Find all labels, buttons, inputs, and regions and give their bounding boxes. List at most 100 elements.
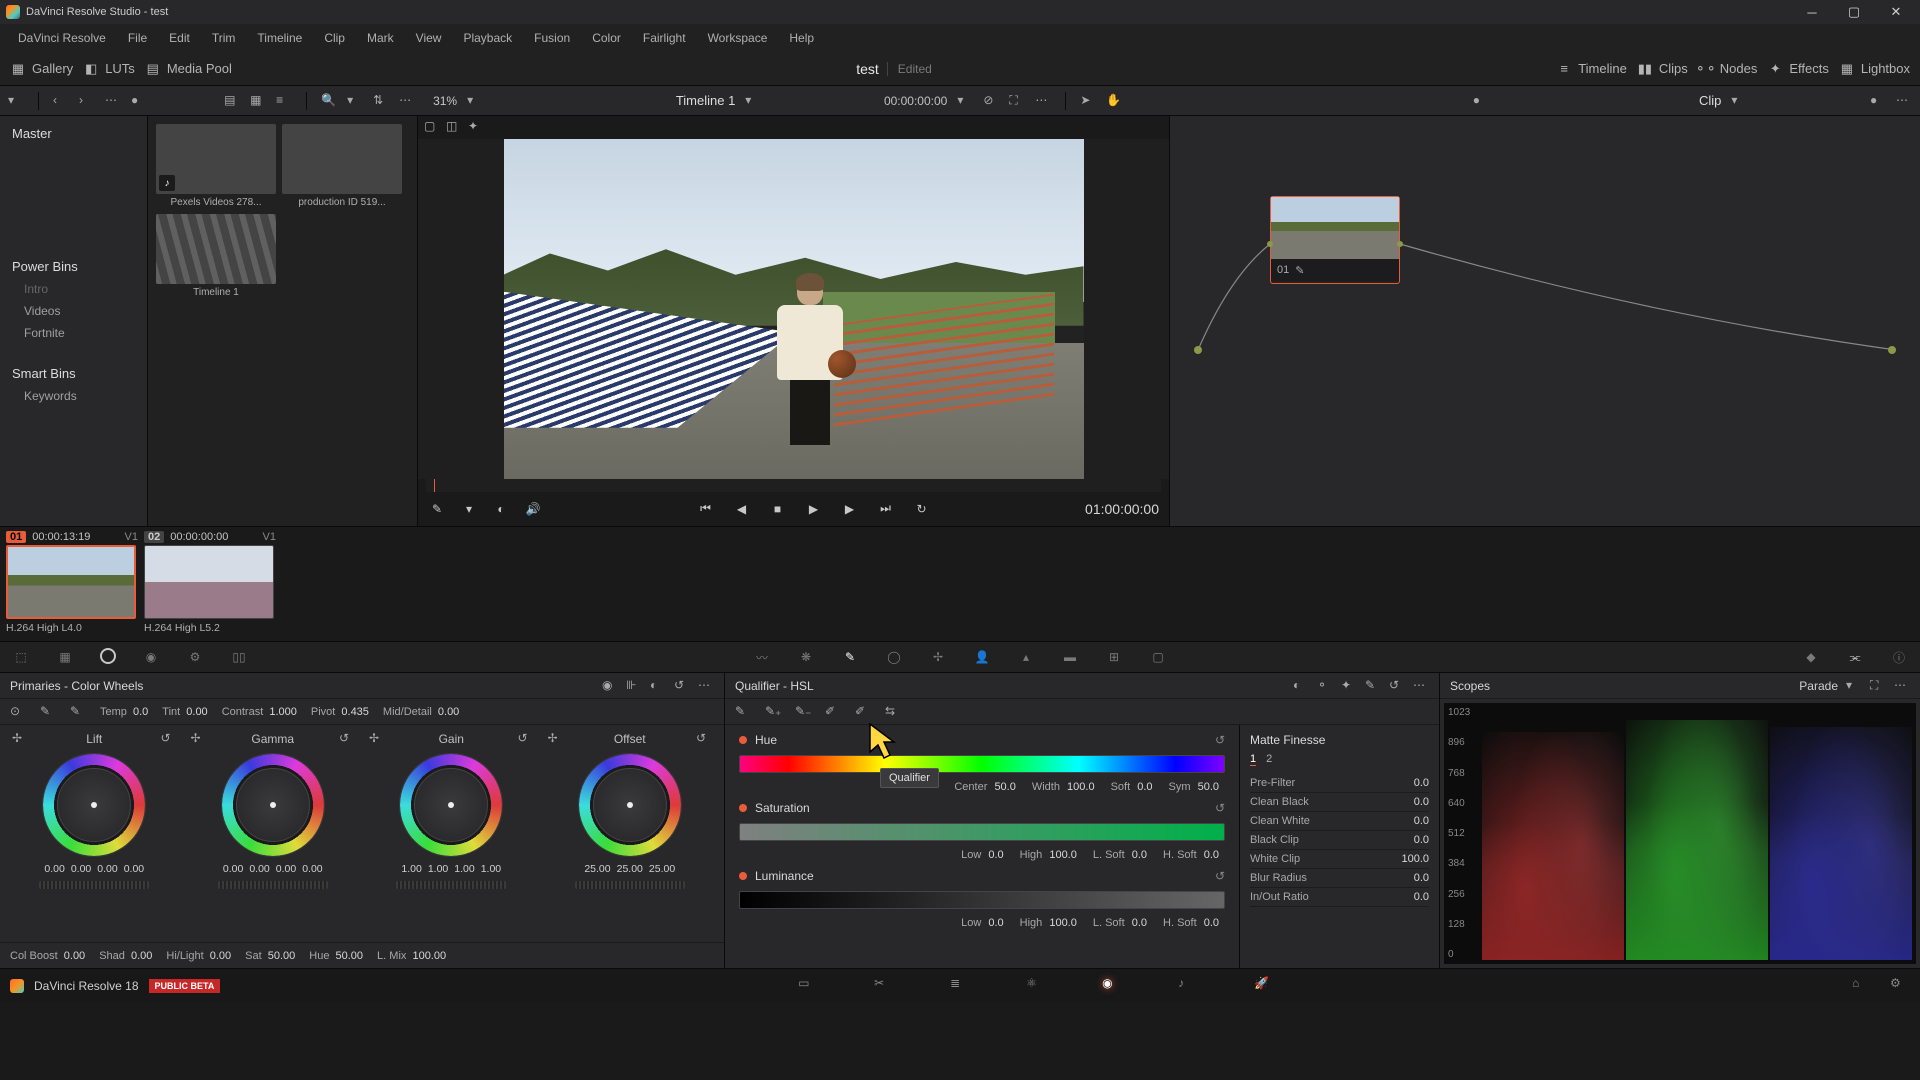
menu-davinci[interactable]: DaVinci Resolve [8,27,116,49]
qmode-lum-icon[interactable]: ✦ [1341,678,1357,694]
gain-wheel[interactable] [399,753,503,857]
hue-width[interactable]: Width 100.0 [1032,781,1095,793]
media-timeline[interactable]: Timeline 1 [156,214,276,298]
hue-bar[interactable] [739,755,1225,773]
view-list-icon[interactable]: ≡ [276,93,292,109]
chevron-down-icon[interactable]: ▾ [1846,678,1862,694]
luts-toggle[interactable]: ◧LUTs [83,61,135,77]
page-cut-icon[interactable]: ✂ [874,976,894,996]
mf-cleanblack[interactable]: Clean Black0.0 [1250,793,1429,812]
gallery-toggle[interactable]: ▦Gallery [10,61,73,77]
param-contrast[interactable]: Contrast 1.000 [222,706,297,718]
page-media-icon[interactable]: ▭ [798,976,818,996]
stop-button[interactable]: ■ [769,500,787,518]
page-deliver-icon[interactable]: 🚀 [1254,976,1274,996]
more-icon[interactable]: ⋯ [1894,678,1910,694]
picker-add-icon[interactable]: ✎₊ [765,704,781,720]
play-button[interactable]: ▶ [805,500,823,518]
next-frame-button[interactable]: ▶ [841,500,859,518]
hue-sym[interactable]: Sym 50.0 [1169,781,1219,793]
lightbox-toggle[interactable]: ▦Lightbox [1839,61,1910,77]
viewer-mode-icon[interactable]: ▢ [424,119,440,135]
view-thumb-icon[interactable]: ▦ [250,93,266,109]
viewer-scrubber[interactable] [426,479,1161,492]
param-middetail[interactable]: Mid/Detail 0.00 [383,706,459,718]
bars-mode-icon[interactable]: ⊪ [626,678,642,694]
page-edit-icon[interactable]: ≣ [950,976,970,996]
yrgb-toggle-icon[interactable]: ✢ [12,731,28,747]
magic-mask-icon[interactable]: 👤 [973,648,991,666]
reset-icon[interactable]: ↺ [160,731,176,747]
mf-inout[interactable]: In/Out Ratio0.0 [1250,888,1429,907]
master-bin[interactable]: Master [0,122,147,145]
curves-icon[interactable]: 〰 [753,648,771,666]
menu-view[interactable]: View [406,27,452,49]
picker-soft-add-icon[interactable]: ✐ [825,704,841,720]
more-icon[interactable]: ⋯ [1896,93,1912,109]
mf-tab-2[interactable]: 2 [1266,753,1272,766]
bin-dropdown-icon[interactable]: ▾ [8,93,24,109]
lift-wheel[interactable] [42,753,146,857]
menu-mark[interactable]: Mark [357,27,404,49]
node-editor[interactable]: 01✎ [1170,116,1920,526]
param-lmix[interactable]: L. Mix 100.00 [377,950,446,962]
invert-icon[interactable]: ⇆ [885,704,901,720]
clip-thumb[interactable]: 0200:00:00:00V1 H.264 High L5.2 [144,531,276,637]
settings-icon[interactable]: ⚙ [1890,976,1910,996]
clips-toggle[interactable]: ▮▮Clips [1637,61,1688,77]
rgb-mixer-icon[interactable]: ⚙ [186,648,204,666]
nav-back-icon[interactable]: ‹ [53,93,69,109]
menu-help[interactable]: Help [779,27,824,49]
power-windows-icon[interactable]: ◯ [885,648,903,666]
node-dot2-icon[interactable]: ● [1870,93,1886,109]
chevron-down-icon[interactable]: ▾ [460,500,478,518]
color-match-icon[interactable]: ▦ [56,648,74,666]
clip-thumb[interactable]: 0100:00:13:19V1 H.264 High L4.0 [6,531,138,637]
node-dot-icon[interactable]: ● [1473,93,1489,109]
more-icon[interactable]: ⋯ [1035,93,1051,109]
picker-icon[interactable]: ✎ [735,704,751,720]
timeline-name[interactable]: Timeline 1 [676,93,735,108]
pointer-icon[interactable]: ➤ [1080,93,1096,109]
mf-tab-1[interactable]: 1 [1250,753,1256,766]
effects-toggle[interactable]: ✦Effects [1767,61,1829,77]
qualifier-icon[interactable]: ✎ [841,648,859,666]
viewer-canvas[interactable] [418,139,1169,479]
node-graph-input[interactable] [1194,346,1202,354]
page-color-icon[interactable]: ◉ [1102,976,1122,996]
yrgb-toggle-icon[interactable]: ✢ [191,731,207,747]
reset-icon[interactable]: ↺ [1215,801,1225,815]
menu-clip[interactable]: Clip [314,27,355,49]
viewer-timecode[interactable]: 00:00:00:00 [884,94,947,108]
scope-display[interactable]: 1023896768 640512384 2561280 [1444,703,1916,964]
chevron-down-icon[interactable]: ▾ [957,93,973,109]
mf-blurradius[interactable]: Blur Radius0.0 [1250,869,1429,888]
timeline-toggle[interactable]: ≡Timeline [1556,61,1627,77]
hand-icon[interactable]: ✋ [1106,93,1122,109]
menu-fairlight[interactable]: Fairlight [633,27,696,49]
param-shad[interactable]: Shad 0.00 [99,950,152,962]
unmix-icon[interactable]: ◐ [492,500,510,518]
sort-icon[interactable]: ⇅ [373,93,389,109]
3d-icon[interactable]: ▢ [1149,648,1167,666]
wheels-mode-icon[interactable]: ◉ [602,678,618,694]
qmode-3d-icon[interactable]: ✎ [1365,678,1381,694]
powerbin-fortnite[interactable]: Fortnite [0,322,147,344]
menu-file[interactable]: File [118,27,157,49]
zoom-level[interactable]: 31% [433,94,457,108]
offset-wheel[interactable] [578,753,682,857]
viewer-split-icon[interactable]: ◫ [446,119,462,135]
color-wheels-icon[interactable] [100,648,116,664]
powerbin-videos[interactable]: Videos [0,300,147,322]
param-hue[interactable]: Hue 50.00 [309,950,363,962]
clip-mode[interactable]: Clip [1699,93,1721,108]
more-icon[interactable]: ⋯ [698,678,714,694]
picker-sub-icon[interactable]: ✎₋ [795,704,811,720]
last-frame-button[interactable]: ⏭ [877,500,895,518]
maximize-button[interactable]: ▢ [1836,2,1872,22]
menu-color[interactable]: Color [582,27,631,49]
power-bins-header[interactable]: Power Bins [0,255,147,278]
blur-icon[interactable]: ▴ [1017,648,1035,666]
menu-workspace[interactable]: Workspace [698,27,778,49]
smart-bins-header[interactable]: Smart Bins [0,362,147,385]
